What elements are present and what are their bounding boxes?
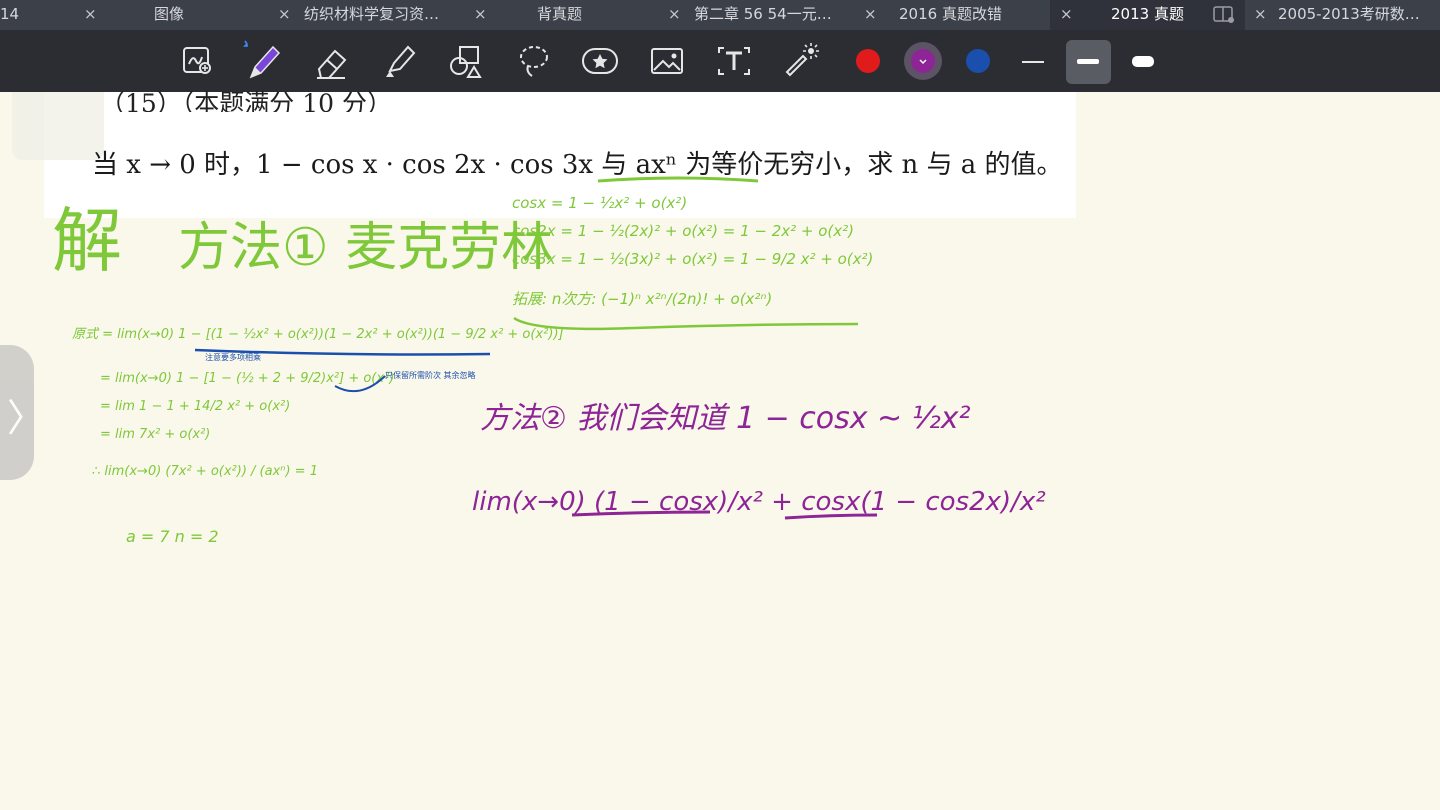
derivation-line-2: = lim(x→0) 1 − [1 − (½ + 2 + 9/2)x²] + o… [100,371,394,386]
keep-order-note: 只保留所需阶次 其余忽略 [385,370,476,380]
derivation-line-1: 原式 = lim(x→0) 1 − [(1 − ½x² + o(x²))(1 −… [72,327,564,342]
question-underline [597,176,759,183]
derivation-line-4: = lim 7x² + o(x²) [100,427,210,442]
derivation-line-5: ∴ lim(x→0) (7x² + o(x²)) / (axⁿ) = 1 [92,464,318,479]
limit-expression: lim(x→0) (1 − cosx)/x² + cosx(1 − cos2x)… [472,487,1046,517]
cos-3x-expansion: cos3x = 1 − ½(3x)² + o(x²) = 1 − 9/2 x² … [512,250,873,268]
method-two-label: 方法② 我们会知道 1 − cosx ~ ½x² [480,401,971,436]
derivation-line-3: = lim 1 − 1 + 14/2 x² + o(x²) [100,399,290,414]
cos-2x-expansion: cos2x = 1 − ½(2x)² + o(x²) = 1 − 2x² + o… [512,222,854,240]
cos-x-expansion: cosx = 1 − ½x² + o(x²) [512,194,687,212]
extension-underline [513,316,859,331]
final-answer: a = 7 n = 2 [126,527,219,546]
extension-note: 拓展: n次方: (−1)ⁿ x²ⁿ/(2n)! + o(x²ⁿ) [512,290,772,308]
multiply-note: 注意要多项相乘 [205,352,261,362]
method-one-label: 方法① 麦克劳林 [178,218,553,278]
handwriting-layer: 解 方法① 麦克劳林 cosx = 1 − ½x² + o(x²) cos2x … [52,176,1046,546]
solve-label: 解 [52,200,122,282]
